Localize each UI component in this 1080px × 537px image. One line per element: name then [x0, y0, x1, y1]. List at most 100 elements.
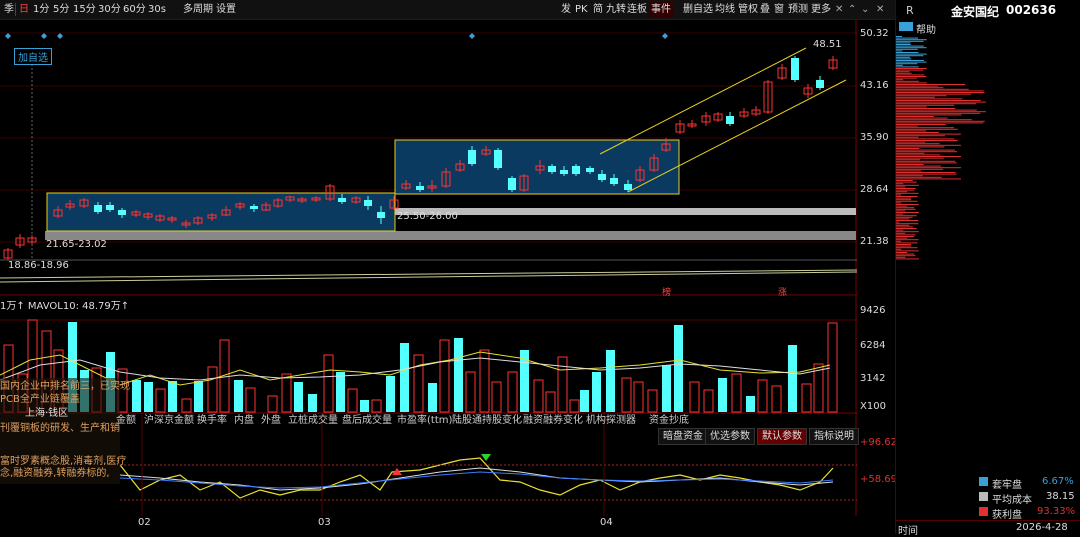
volume-bar — [801, 383, 812, 413]
chip-bar — [896, 234, 916, 236]
tab-outer[interactable]: 外盘 — [261, 413, 281, 429]
period-1min[interactable]: 1分 — [31, 2, 51, 17]
chevron-up-icon[interactable]: ⌃ — [846, 2, 858, 17]
more-button[interactable]: 更多 — [809, 2, 833, 17]
tab-institution[interactable]: 机构探测器 — [586, 413, 636, 429]
chip-bar — [896, 69, 924, 71]
news-popup[interactable]: 国内企业中排名前三，已实现 PCB全产业链覆盖 上海·钱区 刊覆铜板的研发、生产… — [0, 378, 130, 484]
chip-bar — [896, 141, 926, 143]
period-60min[interactable]: 60分 — [121, 2, 148, 17]
tab-inner[interactable]: 内盘 — [234, 413, 254, 429]
tool-events[interactable]: 事件 — [649, 2, 673, 17]
candle-body — [94, 205, 102, 212]
remove-watchlist-button[interactable]: 删自选 — [681, 2, 715, 17]
event-mark-list[interactable]: 榜 — [662, 285, 671, 298]
dark-capital-button[interactable]: 暗盘资金 — [658, 428, 708, 445]
volume-bar — [234, 380, 243, 412]
chip-bar — [896, 109, 977, 111]
chip-bar — [896, 176, 942, 178]
chip-bar — [896, 63, 918, 65]
chip-bar — [896, 178, 961, 180]
chip-bar — [896, 228, 917, 229]
tab-northbound[interactable]: 陆股通持股变化 — [452, 413, 522, 429]
tool-fa[interactable]: 发 — [559, 2, 573, 17]
tab-after-hours[interactable]: 盘后成交量 — [342, 413, 392, 429]
chip-bar — [896, 167, 961, 169]
chip-bar — [896, 47, 927, 49]
close-icon[interactable]: ✕ — [833, 2, 845, 17]
indicator-help-button[interactable]: 指标说明 — [809, 428, 859, 445]
volume-bar — [746, 396, 755, 412]
period-day[interactable]: 日 — [17, 2, 31, 17]
tool-window[interactable]: 窗 — [772, 2, 786, 17]
period-season[interactable]: 季 — [2, 2, 16, 17]
help-icon[interactable] — [899, 22, 913, 31]
close-panel-icon[interactable]: ✕ — [874, 2, 886, 17]
volume-bar — [371, 399, 382, 413]
chip-bar — [896, 239, 919, 241]
chip-bar — [896, 140, 958, 141]
tab-exchange-amount[interactable]: 沪深京金额 — [144, 413, 194, 429]
indicator-line-blue — [119, 471, 834, 489]
chip-bar — [896, 218, 910, 220]
tool-rights[interactable]: 管权 — [736, 2, 760, 17]
tool-pk[interactable]: PK — [573, 2, 590, 17]
volume-bar — [592, 372, 601, 412]
tool-limit-up[interactable]: 连板 — [625, 2, 649, 17]
chip-bar — [896, 136, 919, 138]
chip-bar — [896, 183, 904, 185]
chip-bar — [896, 40, 924, 42]
volume-bar — [507, 371, 518, 413]
chip-bar — [896, 104, 955, 106]
period-5min[interactable]: 5分 — [51, 2, 71, 17]
volume-bar — [144, 382, 153, 412]
tool-ma[interactable]: 均线 — [713, 2, 737, 17]
chip-bar — [896, 181, 917, 183]
settings-button[interactable]: 设置 — [214, 2, 238, 17]
footer-divider — [896, 520, 1080, 521]
tab-capital-bottom[interactable]: 资金抄底 — [649, 413, 689, 429]
tab-margin[interactable]: 融资融券变化 — [523, 413, 583, 429]
chip-bar — [896, 202, 902, 204]
chip-bar — [896, 191, 908, 193]
chip-bar — [896, 74, 925, 76]
chip-bar — [896, 95, 947, 97]
profit-swatch — [979, 507, 988, 516]
help-link[interactable]: 帮助 — [916, 21, 936, 36]
chip-bar — [896, 92, 985, 93]
period-30s[interactable]: 30s — [146, 2, 168, 17]
tool-simple[interactable]: 简 — [591, 2, 605, 17]
chip-bar — [896, 58, 912, 60]
tab-pile-volume[interactable]: 立桩成交量 — [288, 413, 338, 429]
volume-bar — [267, 395, 278, 413]
tab-amount[interactable]: 金额 — [116, 413, 136, 429]
period-30min[interactable]: 30分 — [96, 2, 123, 17]
month-label: 02 — [138, 517, 151, 528]
candle-body — [106, 205, 114, 210]
default-params-button[interactable]: 默认参数 — [757, 428, 807, 445]
chevron-down-icon[interactable]: ⌄ — [859, 2, 871, 17]
candle-body — [726, 116, 734, 124]
tool-overlay[interactable]: 叠 — [758, 2, 772, 17]
chip-bar — [896, 159, 921, 161]
period-15min[interactable]: 15分 — [71, 2, 98, 17]
chip-bar — [896, 88, 969, 90]
chip-bar — [896, 114, 962, 116]
tab-pe-ttm[interactable]: 市盈率(ttm) — [397, 413, 452, 429]
tab-turnover[interactable]: 换手率 — [197, 413, 227, 429]
chip-bar — [896, 160, 956, 162]
chip-bar — [896, 82, 927, 84]
chip-bar — [896, 244, 912, 245]
volume-bar — [323, 354, 334, 413]
optimize-params-button[interactable]: 优选参数 — [705, 428, 755, 445]
price-tick: 21.38 — [860, 236, 889, 247]
volume-bar — [771, 385, 782, 413]
chip-bar — [896, 64, 903, 66]
volume-unit: X100 — [860, 401, 886, 412]
add-watchlist-button[interactable]: 加自选 — [14, 48, 52, 65]
volume-bar — [360, 400, 369, 412]
chip-bar — [896, 71, 910, 73]
tool-predict[interactable]: 预测 — [786, 2, 810, 17]
event-mark-limit[interactable]: 涨 — [778, 285, 787, 298]
multi-period-button[interactable]: 多周期 — [181, 2, 215, 17]
